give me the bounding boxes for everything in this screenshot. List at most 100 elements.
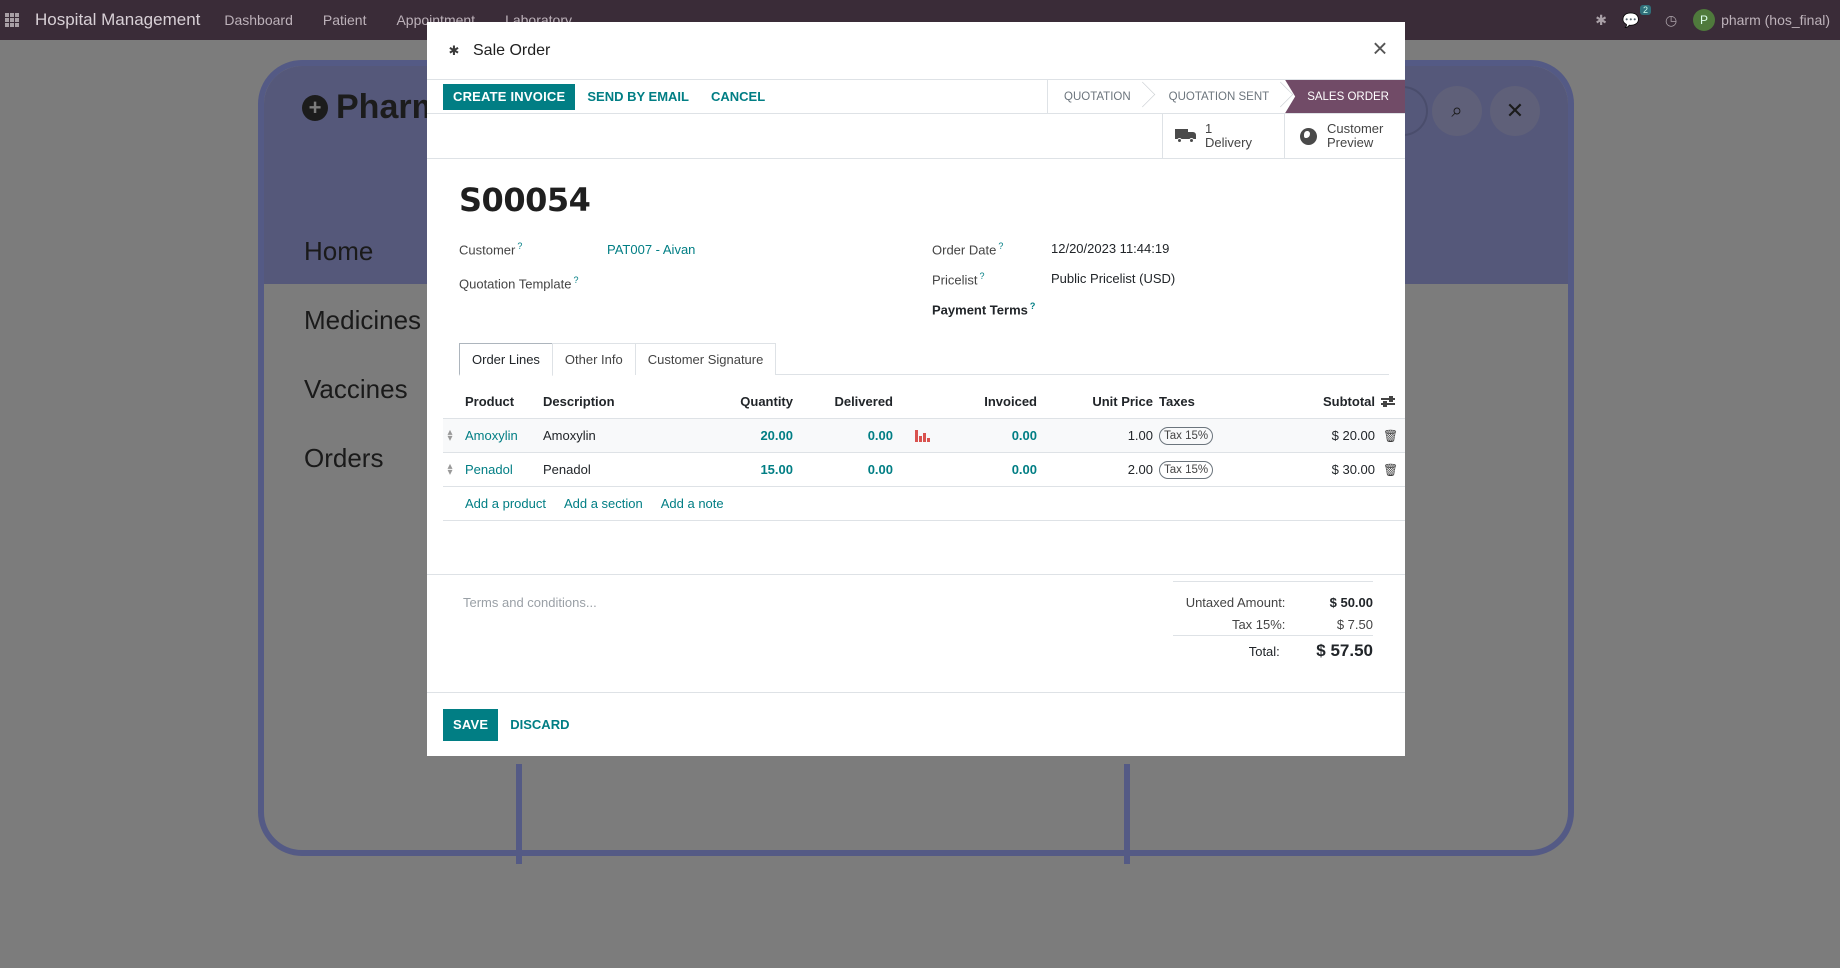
send-by-email-button[interactable]: SEND BY EMAIL <box>575 84 701 110</box>
chat-count-badge: 2 <box>1640 5 1652 15</box>
line-taxes[interactable]: Tax 15% <box>1159 426 1214 445</box>
tab-customer-signature[interactable]: Customer Signature <box>634 343 777 375</box>
user-name[interactable]: pharm (hos_final) <box>1721 12 1830 28</box>
stage-pipeline: QUOTATION QUOTATION SENT SALES ORDER <box>1047 80 1405 114</box>
help-tooltip-icon[interactable]: ? <box>1030 301 1036 311</box>
nav-orders[interactable]: Orders <box>304 443 421 512</box>
plus-circle-icon: + <box>302 94 328 121</box>
truck-icon <box>1175 127 1197 145</box>
debug-bug-icon[interactable]: ✱ <box>1593 12 1609 28</box>
order-date-field[interactable]: 12/20/2023 11:44:19 <box>1051 241 1169 256</box>
order-reference: S00054 <box>459 181 591 219</box>
trash-icon[interactable]: 🗑 <box>1383 429 1398 443</box>
form-sheet: S00054 Customer? PAT007 - Aivan Quotatio… <box>427 159 1405 693</box>
pricelist-label: Pricelist? <box>932 271 985 288</box>
smart-button-box: 1 Delivery Customer Preview <box>427 114 1405 159</box>
tax-value: $ 7.50 <box>1336 617 1373 632</box>
nav-medicines[interactable]: Medicines <box>304 305 421 374</box>
menu-patient[interactable]: Patient <box>323 12 367 28</box>
line-quantity[interactable]: 20.00 <box>673 428 793 443</box>
pricelist-field[interactable]: Public Pricelist (USD) <box>1051 271 1175 286</box>
total-row: Total: $ 57.50 <box>1173 636 1373 666</box>
customer-preview-smart-button[interactable]: Customer Preview <box>1284 114 1405 158</box>
col-quantity[interactable]: Quantity <box>673 394 793 409</box>
search-icon[interactable]: ⌕ <box>1432 86 1482 136</box>
stage-sales-order[interactable]: SALES ORDER <box>1285 80 1405 113</box>
optional-columns-icon[interactable] <box>1381 395 1397 409</box>
customer-field[interactable]: PAT007 - Aivan <box>607 242 695 257</box>
col-subtotal[interactable]: Subtotal <box>1263 394 1375 409</box>
cancel-order-button[interactable]: CANCEL <box>701 84 777 110</box>
chat-icon[interactable]: 💬 2 <box>1622 5 1652 28</box>
forecast-chart-icon[interactable] <box>915 429 931 442</box>
divider <box>516 764 522 864</box>
help-tooltip-icon[interactable]: ? <box>574 275 579 285</box>
menu-dashboard[interactable]: Dashboard <box>224 12 293 28</box>
col-description[interactable]: Description <box>543 394 615 409</box>
app-name[interactable]: Hospital Management <box>35 10 200 30</box>
line-delivered[interactable]: 0.00 <box>793 428 893 443</box>
delivery-count: 1 <box>1205 121 1213 136</box>
apps-menu-icon[interactable] <box>5 13 19 27</box>
save-button[interactable]: SAVE <box>443 708 499 741</box>
discard-button[interactable]: DISCARD <box>498 712 581 738</box>
table-row[interactable]: ▴ ▾ Amoxylin Amoxylin 20.00 0.00 0.00 1.0… <box>443 419 1405 453</box>
help-tooltip-icon[interactable]: ? <box>998 241 1003 251</box>
line-invoiced[interactable]: 0.00 <box>933 462 1037 477</box>
help-tooltip-icon[interactable]: ? <box>980 271 985 281</box>
close-icon[interactable]: × <box>1369 35 1391 61</box>
dashboard-nav: Home Medicines Vaccines Orders <box>304 236 421 512</box>
dialog-footer: SAVE DISCARD <box>427 693 1405 756</box>
trash-icon[interactable]: 🗑 <box>1383 463 1398 477</box>
user-avatar[interactable]: P <box>1693 9 1716 31</box>
activity-clock-icon[interactable]: ◷ <box>1663 12 1679 28</box>
debug-bug-icon[interactable]: ✱ <box>447 43 461 58</box>
col-product[interactable]: Product <box>465 394 514 409</box>
col-taxes[interactable]: Taxes <box>1159 394 1195 409</box>
systray: ✱ 💬 2 ◷ P pharm (hos_final) <box>1593 0 1830 40</box>
line-delivered[interactable]: 0.00 <box>793 462 893 477</box>
drag-handle-icon[interactable]: ▴ ▾ <box>445 427 455 443</box>
tab-other-info[interactable]: Other Info <box>551 343 636 375</box>
create-invoice-button[interactable]: CREATE INVOICE <box>443 83 576 110</box>
stage-quotation-sent[interactable]: QUOTATION SENT <box>1147 80 1286 113</box>
pharmacy-title-text: Pharm <box>336 88 442 126</box>
table-row[interactable]: ▴ ▾ Penadol Penadol 15.00 0.00 0.00 2.00 … <box>443 453 1405 487</box>
globe-icon <box>1297 127 1319 145</box>
tax-row: Tax 15%: $ 7.50 <box>1173 616 1373 636</box>
line-quantity[interactable]: 15.00 <box>673 462 793 477</box>
add-note-link[interactable]: Add a note <box>661 496 724 511</box>
nav-vaccines[interactable]: Vaccines <box>304 374 421 443</box>
line-product[interactable]: Amoxylin <box>465 428 518 443</box>
untaxed-amount-row: Untaxed Amount: $ 50.00 <box>1173 588 1373 616</box>
stage-quotation[interactable]: QUOTATION <box>1048 80 1147 113</box>
tax-badge: Tax 15% <box>1159 460 1214 479</box>
tab-order-lines[interactable]: Order Lines <box>459 343 553 376</box>
dialog-title: Sale Order <box>473 41 551 59</box>
quotation-template-label: Quotation Template? <box>459 275 579 292</box>
total-value: $ 57.50 <box>1316 641 1373 660</box>
terms-and-conditions-field[interactable]: Terms and conditions... <box>463 595 597 610</box>
line-invoiced[interactable]: 0.00 <box>933 428 1037 443</box>
add-section-link[interactable]: Add a section <box>564 496 643 511</box>
tax-badge: Tax 15% <box>1159 426 1214 445</box>
line-description[interactable]: Amoxylin <box>543 428 596 443</box>
col-invoiced[interactable]: Invoiced <box>933 394 1037 409</box>
drag-handle-icon[interactable]: ▴ ▾ <box>445 461 455 477</box>
divider <box>1124 764 1130 864</box>
line-unit-price[interactable]: 1.00 <box>1043 428 1153 443</box>
notebook-tabs: Order Lines Other Info Customer Signatur… <box>459 343 1389 376</box>
help-tooltip-icon[interactable]: ? <box>517 241 522 251</box>
delivery-smart-button[interactable]: 1 Delivery <box>1162 114 1284 158</box>
nav-home[interactable]: Home <box>304 236 421 305</box>
line-description[interactable]: Penadol <box>543 462 591 477</box>
line-unit-price[interactable]: 2.00 <box>1043 462 1153 477</box>
add-product-link[interactable]: Add a product <box>465 496 546 511</box>
line-taxes[interactable]: Tax 15% <box>1159 460 1214 479</box>
line-product[interactable]: Penadol <box>465 462 513 477</box>
close-icon[interactable]: ✕ <box>1490 86 1540 136</box>
preview-label-line2: Preview <box>1327 135 1374 150</box>
col-delivered[interactable]: Delivered <box>793 394 893 409</box>
col-unit-price[interactable]: Unit Price <box>1043 394 1153 409</box>
order-date-label: Order Date? <box>932 241 1004 258</box>
